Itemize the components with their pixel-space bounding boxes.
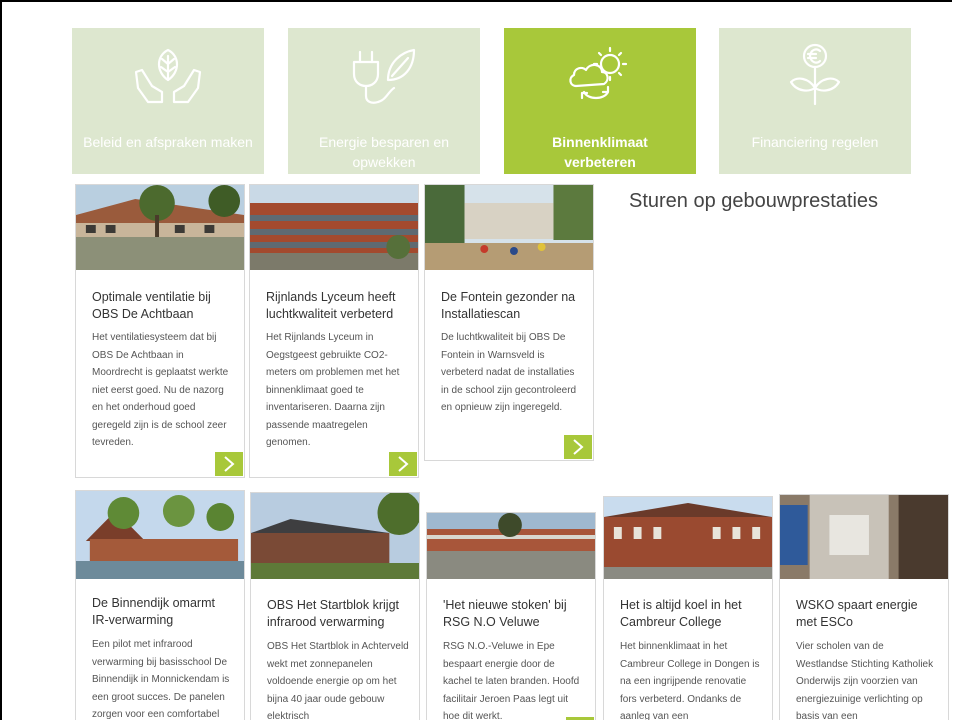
card-photo <box>76 185 244 270</box>
chevron-right-icon <box>398 456 409 472</box>
tile-beleid[interactable]: Beleid en afspraken maken <box>72 28 264 174</box>
card-title: OBS Het Startblok krijgt infrarood verwa… <box>267 598 399 629</box>
section-title: Sturen op gebouwprestaties <box>629 190 879 212</box>
card-title: De Binnendijk omarmt IR-verwarming <box>92 596 215 627</box>
tile-binnenklimaat[interactable]: Binnenklimaat verbeteren <box>504 28 696 174</box>
card-binnendijk[interactable]: De Binnendijk omarmt IR-verwarming Een p… <box>75 490 245 720</box>
card-text: Het binnenklimaat in het Cambreur Colleg… <box>620 641 760 720</box>
euro-plant-icon <box>789 43 841 106</box>
read-more-button[interactable] <box>389 452 417 476</box>
card-title: WSKO spaart energie met ESCo <box>796 598 918 629</box>
card-text: De luchtkwaliteit bij OBS De Fontein in … <box>441 332 577 413</box>
tile-label: Energie besparen en opwekken <box>319 134 449 170</box>
card-photo <box>251 493 419 579</box>
card-photo <box>604 497 772 579</box>
tile-energie[interactable]: Energie besparen en opwekken <box>288 28 480 174</box>
card-title: Optimale ventilatie bij OBS De Achtbaan <box>92 290 211 321</box>
card-achtbaan[interactable]: Optimale ventilatie bij OBS De Achtbaan … <box>75 184 245 478</box>
card-title: De Fontein gezonder na Installatiescan <box>441 290 576 321</box>
card-fontein[interactable]: De Fontein gezonder na Installatiescan D… <box>424 184 594 461</box>
hands-leaf-icon <box>134 48 202 104</box>
chevron-right-icon <box>224 456 235 472</box>
read-more-button[interactable] <box>564 435 592 459</box>
tile-label: Financiering regelen <box>751 134 879 150</box>
card-text: RSG N.O.-Veluwe in Epe bespaart energie … <box>443 641 580 720</box>
tile-label: Binnenklimaat verbeteren <box>552 134 648 170</box>
card-text: Vier scholen van de Westlandse Stichting… <box>796 641 934 720</box>
card-photo <box>76 491 244 579</box>
card-title: Het is altijd koel in het Cambreur Colle… <box>620 598 742 629</box>
card-photo <box>425 185 593 270</box>
card-rijnlands[interactable]: Rijnlands Lyceum heeft luchtkwaliteit ve… <box>249 184 419 478</box>
sun-cloud-icon <box>569 46 628 100</box>
card-photo <box>780 495 948 579</box>
page-frame: Beleid en afspraken maken Energie bespar… <box>0 0 952 720</box>
card-text: Het ventilatiesysteem dat bij OBS De Ach… <box>92 332 229 448</box>
card-cambreur[interactable]: Het is altijd koel in het Cambreur Colle… <box>603 496 773 720</box>
card-title: 'Het nieuwe stoken' bij RSG N.O Veluwe <box>443 598 567 629</box>
card-text: Een pilot met infrarood verwarming bij b… <box>92 639 230 720</box>
card-startblok[interactable]: OBS Het Startblok krijgt infrarood verwa… <box>250 492 420 720</box>
card-text: OBS Het Startblok in Achterveld wekt met… <box>267 641 409 720</box>
card-photo <box>427 513 595 579</box>
chevron-right-icon <box>573 439 584 455</box>
card-rsg[interactable]: 'Het nieuwe stoken' bij RSG N.O Veluwe R… <box>426 512 596 720</box>
read-more-button[interactable] <box>566 717 594 720</box>
card-wsko[interactable]: WSKO spaart energie met ESCo Vier schole… <box>779 494 949 720</box>
card-title: Rijnlands Lyceum heeft luchtkwaliteit ve… <box>266 290 396 321</box>
tile-financiering[interactable]: Financiering regelen <box>719 28 911 174</box>
tile-label: Beleid en afspraken maken <box>83 134 253 150</box>
card-text: Het Rijnlands Lyceum in Oegstgeest gebru… <box>266 332 400 448</box>
card-photo <box>250 185 418 270</box>
plug-leaf-icon <box>352 48 416 104</box>
read-more-button[interactable] <box>215 452 243 476</box>
